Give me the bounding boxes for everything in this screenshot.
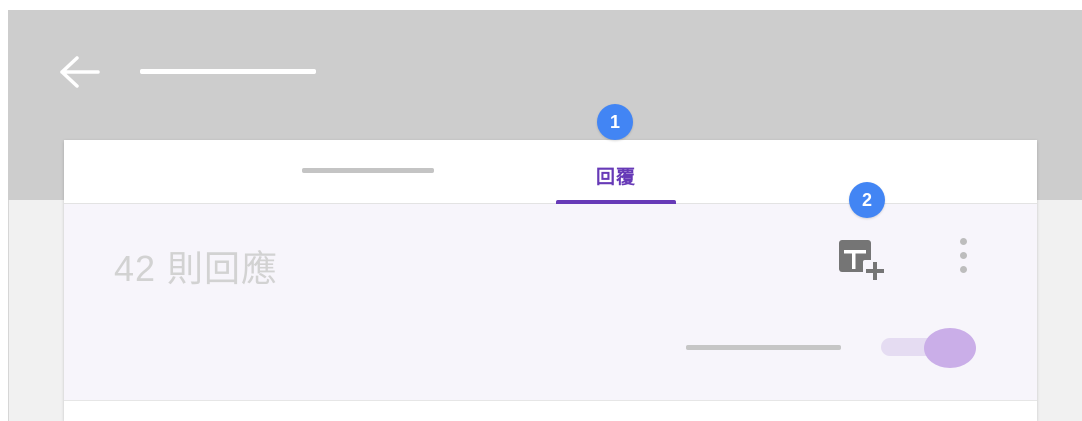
callout-marker-1: 1	[597, 104, 633, 140]
form-card: 回覆 42 則回應	[64, 140, 1037, 421]
back-button[interactable]	[58, 54, 104, 90]
spreadsheet-add-icon	[839, 240, 887, 280]
more-vert-icon	[960, 238, 967, 245]
form-title-placeholder	[140, 69, 316, 74]
tab-responses[interactable]: 回覆	[556, 140, 676, 204]
tab-bar: 回覆	[64, 140, 1037, 204]
responses-summary-panel: 42 則回應	[64, 204, 1037, 401]
accepting-responses-label-placeholder	[686, 345, 841, 350]
accepting-responses-toggle[interactable]	[878, 326, 982, 368]
tab-questions-label-placeholder	[302, 168, 434, 173]
more-options-button[interactable]	[949, 234, 977, 278]
callout-marker-2: 2	[849, 182, 885, 218]
more-vert-icon-dot	[960, 266, 967, 273]
tab-questions[interactable]	[284, 140, 454, 203]
response-count: 42 則回應	[114, 248, 279, 289]
toggle-knob	[924, 328, 976, 368]
tab-responses-label: 回覆	[595, 167, 636, 188]
arrow-left-icon	[60, 56, 100, 88]
link-to-sheets-button[interactable]	[837, 238, 891, 282]
more-vert-icon-dot	[960, 252, 967, 259]
